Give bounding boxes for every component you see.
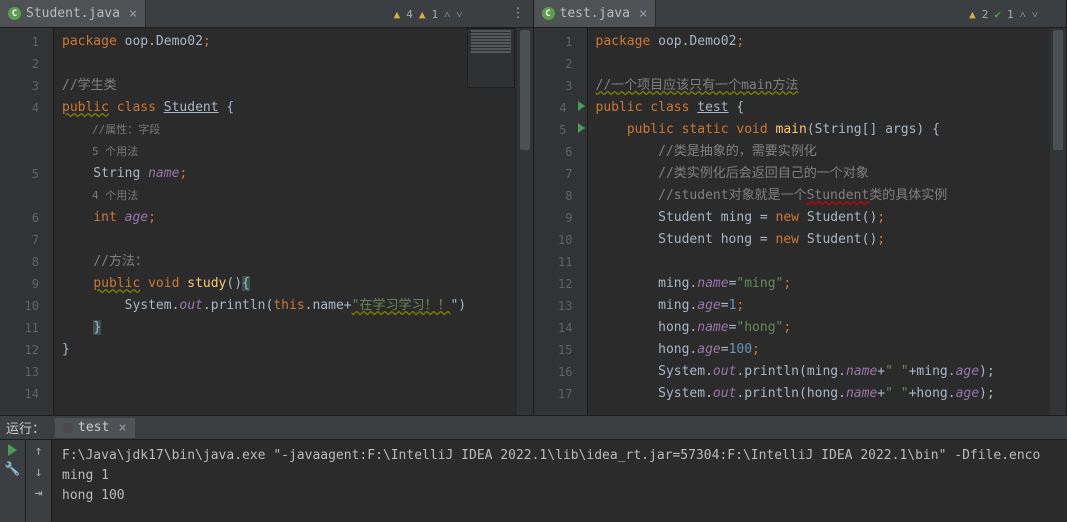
- console-output[interactable]: F:\Java\jdk17\bin\java.exe "-javaagent:F…: [52, 440, 1067, 522]
- warn-icon: ▲: [969, 8, 976, 21]
- wrench-icon[interactable]: 🔧: [4, 462, 20, 477]
- code-analysis-status[interactable]: ▲2 ✔1 ˄ ˅: [969, 8, 1038, 21]
- tab-test[interactable]: C test.java ×: [534, 0, 657, 27]
- line-gutter[interactable]: 1234567891011121314: [0, 28, 54, 415]
- java-class-icon: C: [542, 7, 555, 20]
- right-editor: C test.java × ▲2 ✔1 ˄ ˅ 1234567891011121…: [534, 0, 1067, 415]
- tab-label: Student.java: [26, 6, 120, 21]
- down-icon[interactable]: ↓: [35, 465, 43, 480]
- warn-icon: ▲: [419, 8, 426, 21]
- code-content[interactable]: package oop.Demo02;//学生类public class Stu…: [54, 28, 533, 415]
- java-class-icon: C: [8, 7, 21, 20]
- run-icon[interactable]: [8, 444, 17, 456]
- code-content[interactable]: package oop.Demo02;//一个项目应该只有一个main方法pub…: [588, 28, 1067, 415]
- close-icon[interactable]: ×: [118, 420, 126, 436]
- scrollbar[interactable]: [1050, 28, 1066, 415]
- run-toolbar-console: ↑ ↓ ⇥: [26, 440, 52, 522]
- left-editor: C Student.java × ⋮ ▲4 ▲1 ˄ ˅ 12345678910…: [0, 0, 534, 415]
- softwrap-icon[interactable]: ⇥: [35, 486, 43, 501]
- run-tool-window: 运行： test × 🔧 ↑ ↓ ⇥ F:\Java\jdk17\bin\jav…: [0, 416, 1067, 522]
- up-icon[interactable]: ↑: [35, 444, 43, 459]
- chevron-down-icon[interactable]: ˅: [456, 8, 462, 21]
- scrollbar[interactable]: [517, 28, 533, 415]
- line-gutter[interactable]: 1234567891011121314151617: [534, 28, 588, 415]
- run-label: 运行：: [6, 418, 45, 437]
- weak-warn-icon: ▲: [394, 8, 401, 21]
- run-toolbar-left: 🔧: [0, 440, 26, 522]
- terminal-icon: [63, 423, 73, 433]
- editor-options[interactable]: ⋮: [512, 6, 525, 21]
- check-icon: ✔: [994, 8, 1001, 21]
- code-analysis-status[interactable]: ▲4 ▲1 ˄ ˅: [394, 8, 463, 21]
- chevron-up-icon[interactable]: ˄: [444, 8, 450, 21]
- run-tab[interactable]: test ×: [55, 418, 135, 438]
- close-icon[interactable]: ×: [639, 6, 647, 22]
- chevron-down-icon[interactable]: ˅: [1032, 8, 1038, 21]
- chevron-up-icon[interactable]: ˄: [1020, 8, 1026, 21]
- close-icon[interactable]: ×: [129, 6, 137, 22]
- tab-label: test.java: [560, 6, 630, 21]
- tab-student[interactable]: C Student.java ×: [0, 0, 146, 27]
- run-tabbar: 运行： test ×: [0, 416, 1067, 440]
